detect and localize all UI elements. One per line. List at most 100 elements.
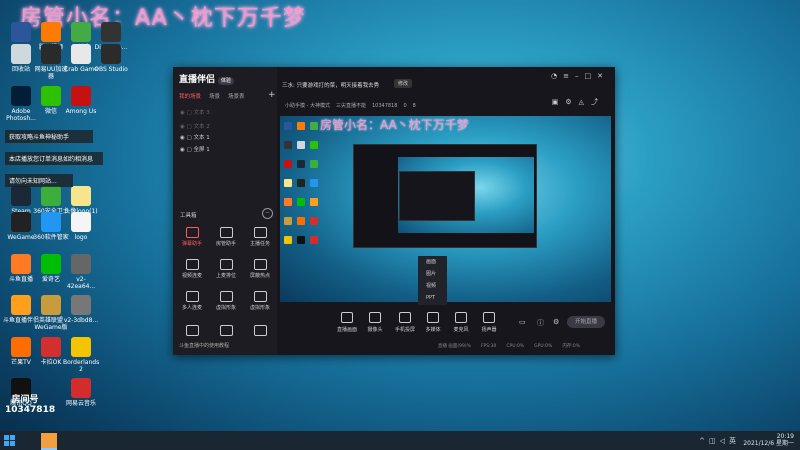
scene-tab[interactable]: 场景表 [228,94,245,100]
minimize-icon[interactable]: – [575,72,585,80]
desktop-icon[interactable]: logo [63,212,99,241]
capture-control-button[interactable]: 多媒体 [419,312,447,333]
control-icon [341,312,353,323]
close-icon[interactable]: ✕ [597,72,609,80]
status-item: GPU:0% [534,344,553,349]
settings-icon[interactable]: ⚙ [565,98,578,106]
tool-button[interactable]: 视频连麦 [177,259,207,279]
share-icon[interactable]: ⤴ [591,98,605,106]
popup-item-video[interactable]: 视频 [418,280,447,292]
scene-tab[interactable]: 我的场景 [179,94,201,100]
desktop-banner: 获取攻略斗鱼神秘助手 [5,130,93,143]
chevron-up-icon[interactable]: ^ [699,437,709,445]
desktop-icon[interactable]: Borderlands 2 [63,337,99,373]
preview-desktop-icon [284,141,292,149]
desktop-icon-label: Among Us [65,108,97,115]
taskbar-app-douyu[interactable] [41,433,57,450]
streaming-app-window: 直播伴侣 体验 我的场景 场景 场景表 + ◉ ▢ 文本 3 ◉ ▢ 文本 2 ◉ ▢ 文… [173,67,615,355]
desktop-icon[interactable]: 网易云音乐 [63,378,99,407]
desktop-icon-label: v2-42ea64... [66,276,96,290]
camera-icon[interactable]: ▭ [519,318,526,326]
app-icon [11,86,31,106]
desktop-banner: 本店播放您订单消息如约相消息 [5,152,103,165]
room-id-block: 房间号 10347818 [5,395,55,415]
desktop-icon-label: v2-3dbd8... [63,317,99,324]
preview-desktop-icon [310,141,318,149]
tool-icon [219,259,233,270]
tool-icon [253,227,267,238]
desktop-icon-label: OBS Studio [94,66,128,73]
app-icon [71,378,91,398]
desktop-icon-label: 网易云音乐 [65,400,96,407]
app-icon [41,186,61,206]
tool-button[interactable] [245,325,275,338]
app-icon [71,44,91,64]
desktop-icon[interactable]: v2-42ea64... [63,254,99,290]
desktop-icon[interactable]: v2-3dbd8... [63,295,99,324]
layer-item[interactable]: ◉ ▢ 文本 2 [180,122,210,130]
popup-item-image[interactable]: 图片 [418,268,447,280]
bell-icon[interactable]: ◬ [579,98,591,106]
clock[interactable]: 20:19 2021/12/6 星期一 [743,433,794,447]
preview-desktop-icon [284,198,292,206]
app-icon [71,86,91,106]
capture-control-button[interactable]: 扬声器 [475,312,503,333]
scene-tab[interactable]: 场景 [209,94,220,100]
ime-icon[interactable]: 英 [729,437,740,445]
tool-button[interactable]: 房管助手 [211,227,241,247]
app-icon [11,254,31,274]
meta-item: 小助手模 - 大神模式 [285,103,330,109]
capture-control-button[interactable]: 手机投屏 [391,312,419,333]
layer-item[interactable]: ◉ ▢ 文本 1 [180,133,210,141]
app-icon [101,22,121,42]
app-icon [71,212,91,232]
tool-icon [219,325,233,336]
control-icon [427,312,439,323]
desktop-icon[interactable]: 头像logo(1) [63,186,99,215]
layer-item[interactable]: ◉ ▢ 全屏 1 [180,145,210,153]
collapse-icon[interactable]: − [262,208,273,219]
tool-button[interactable]: 虚拟形象 [245,291,275,311]
preview-desktop-icon [284,179,292,187]
tutorial-link[interactable]: 斗鱼直播中的使用教程 [179,342,229,349]
skin-icon[interactable]: ◔ [551,72,563,80]
network-icon[interactable]: ◫ [709,437,720,445]
desktop-icon[interactable]: Among Us [63,86,99,115]
tool-button[interactable] [177,325,207,338]
layer-item[interactable]: ◉ ▢ 文本 3 [180,108,210,116]
tool-button[interactable]: 上麦排位 [211,259,241,279]
start-button[interactable] [4,435,15,446]
tray-icons: ^◫◁英 [699,436,740,446]
tool-button[interactable] [211,325,241,338]
tool-button[interactable]: 屏蔽热点 [245,259,275,279]
tool-button[interactable]: 弹幕助手 [177,227,207,247]
start-live-button[interactable]: 开始直播 [567,316,605,328]
layout-icon[interactable]: ▣ [552,98,566,106]
info-icon[interactable]: ⓘ [537,318,544,328]
tool-button[interactable]: 主播任务 [245,227,275,247]
control-label: 摄像头 [367,327,383,333]
capture-control-button[interactable]: 摄像头 [361,312,389,333]
capture-control-button[interactable]: 直播画面 [333,312,361,333]
menu-icon[interactable]: ≡ [563,72,575,80]
status-item: 内存:0% [562,344,580,349]
tool-label: 视频连麦 [181,273,202,279]
capture-control-button[interactable]: 麦克风 [447,312,475,333]
popup-item-screen[interactable]: 画面 [418,256,447,268]
tool-button[interactable]: 多人连麦 [177,291,207,311]
popup-item-ppt[interactable]: PPT [418,292,447,304]
volume-icon[interactable]: ◁ [720,437,729,445]
tool-icon [219,291,233,302]
edit-title-button[interactable]: 修改 [394,79,413,88]
app-logo-text: 直播伴侣 [179,75,216,85]
desktop-icon[interactable]: OBS Studio [93,44,129,73]
gear-icon[interactable]: ⚙ [553,318,559,326]
tool-button[interactable]: 虚拟形象 [211,291,241,311]
preview-desktop-icon [284,217,292,225]
meta-item: 8 [412,103,416,109]
clock-date: 2021/12/6 星期一 [743,440,794,447]
nested-app-window [399,171,475,221]
maximize-icon[interactable]: □ [585,72,598,80]
app-icon [41,337,61,357]
add-scene-button[interactable]: + [268,90,276,100]
